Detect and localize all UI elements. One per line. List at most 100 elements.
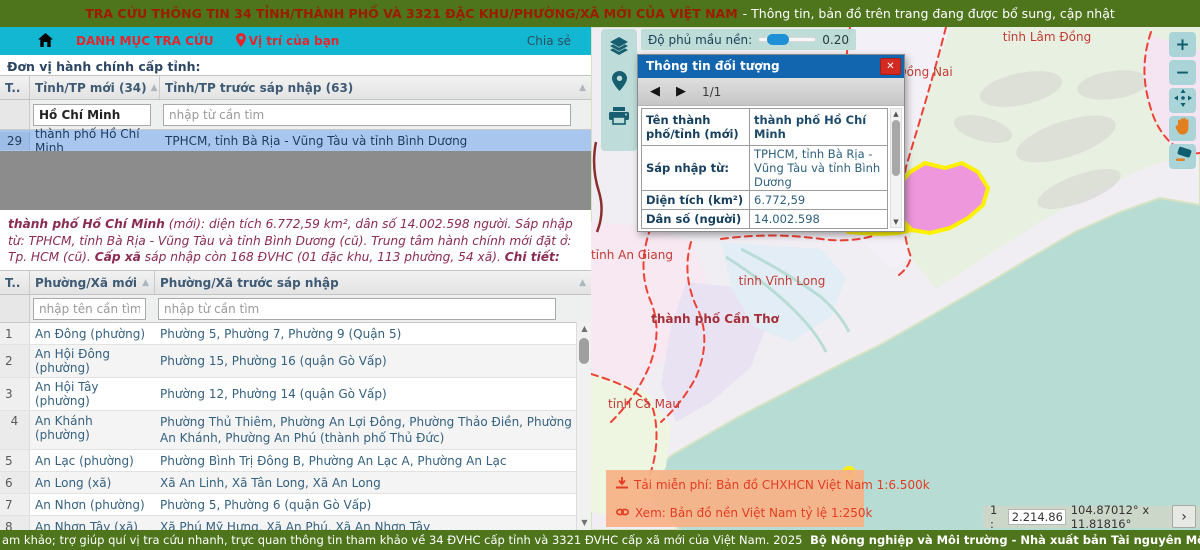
layers-icon [608,35,630,60]
view-link[interactable]: Xem: Bản đồ nền Việt Nam tỷ lệ 1:250k [616,506,854,520]
download-link[interactable]: Tải miễn phí: Bản đồ CHXHCN Việt Nam 1:6… [616,477,854,492]
share-button[interactable]: Chia sẻ [527,34,571,48]
close-button[interactable]: ✕ [880,58,901,75]
scale-bar: 1 : 104.87012° x 11.81816° [983,506,1200,528]
ward-table-scrollbar[interactable]: ▲ ▼ [576,322,591,530]
column-header-num[interactable]: T.. [0,271,30,294]
map-zoom-controls: + − [1169,32,1196,169]
link-icon [616,506,629,520]
scroll-up-icon[interactable]: ▲ [891,109,901,119]
home-button[interactable] [36,32,54,50]
zoom-out-button[interactable]: − [1169,60,1196,85]
slider-thumb[interactable] [767,34,789,45]
map-label-can-tho: thành phố Cần Thơ [651,312,779,326]
location-pin-icon [236,33,246,50]
popup-table: Tên thành phố/tỉnh (mới) thành phố Hồ Ch… [641,108,888,229]
footer-bar: am khảo; trợ giúp quí vị tra cứu nhanh, … [0,530,1200,550]
plus-icon: + [1175,35,1189,55]
ward-row[interactable]: 7 An Nhơn (phường) Phường 5, Phường 6 (q… [0,494,591,516]
ward-row[interactable]: 1 An Đông (phường) Phường 5, Phường 7, P… [0,323,591,345]
column-header-old-province[interactable]: Tỉnh/TP trước sáp nhập (63) ▲ [160,76,591,99]
province-table-header: T.. Tỉnh/TP mới (34) ▲ Tỉnh/TP trước sáp… [0,76,591,100]
printer-icon [609,107,629,128]
ward-old-filter-input[interactable] [158,298,556,320]
map-area[interactable]: tỉnh Lâm Đồng Đồng Nai tỉnh An Giang tỉn… [591,27,1200,530]
ward-row[interactable]: 2 An Hội Đông (phường) Phường 15, Phường… [0,345,591,378]
scroll-down-icon[interactable]: ▼ [891,217,901,227]
ward-new-filter-input[interactable] [33,298,146,320]
opacity-value: 0.20 [822,33,849,47]
ward-filter-row [0,295,591,323]
app-window: TRA CỨU THÔNG TIN 34 TỈNH/THÀNH PHỐ VÀ 3… [0,0,1200,550]
column-header-old-ward[interactable]: Phường/Xã trước sáp nhập ▲ [155,271,591,294]
column-header-num[interactable]: T.. [0,76,30,99]
province-description: thành phố Hồ Chí Minh (mới): diện tích 6… [0,213,591,269]
map-tool-strip [601,29,637,151]
popup-row-value: thành phố Hồ Chí Minh [750,109,888,146]
zoom-in-button[interactable]: + [1169,32,1196,57]
sidebar-expand-button[interactable]: › [1172,505,1196,528]
locate-button[interactable] [606,69,632,95]
section-label: Đơn vị hành chính cấp tỉnh: [7,59,201,74]
prev-arrow-icon[interactable]: ◀ [650,85,660,98]
nav-item-vi-tri[interactable]: Vị trí của bạn [236,33,340,50]
sort-asc-icon: ▲ [575,83,586,93]
sort-asc-icon: ▲ [138,278,149,288]
nav-item-danh-muc[interactable]: DANH MỤC TRA CỨU [76,34,214,48]
opacity-label: Độ phủ mầu nền: [648,33,752,47]
scroll-up-icon[interactable]: ▲ [577,322,591,336]
popup-row-label: Sáp nhập từ: [642,146,750,191]
print-button[interactable] [606,104,632,130]
province-old-filter-input[interactable] [163,104,571,126]
pager-text: 1/1 [702,85,721,99]
map-label-dong-nai: Đồng Nai [897,65,952,79]
nav-bar: DANH MỤC TRA CỨU Vị trí của bạn Chia sẻ [0,27,591,55]
ward-row[interactable]: 4 An Khánh (phường) Phường Thủ Thiêm, Ph… [0,411,591,450]
pan-button[interactable] [1169,88,1196,113]
province-new-filter-input[interactable] [33,104,151,126]
province-row-selected[interactable]: 29 thành phố Hồ Chí Minh TPHCM, tỉnh Bà … [0,130,591,152]
feature-info-popup: Thông tin đối tượng ✕ ◀ ▶ 1/1 Tên thành … [637,54,905,232]
close-icon: ✕ [886,61,894,72]
pan-icon [1174,89,1192,112]
ward-row[interactable]: 3 An Hội Tây (phường) Phường 12, Phường … [0,378,591,411]
next-arrow-icon[interactable]: ▶ [676,85,686,98]
ward-row[interactable]: 6 An Long (xã) Xã An Linh, Xã Tân Long, … [0,472,591,494]
popup-row-label: Cấp xã sáp nhập còn: [642,229,750,230]
column-header-new-ward[interactable]: Phường/Xã mới ▲ [30,271,155,294]
opacity-slider[interactable] [758,37,816,42]
map-notice-box: Tải miễn phí: Bản đồ CHXHCN Việt Nam 1:6… [606,470,864,527]
minus-icon: − [1175,63,1189,83]
download-icon [616,477,628,492]
popup-row-value: 168 ĐVHC (01 đặc khu, 113 phường, 54 xã) [750,229,888,230]
empty-grid-area [0,151,591,210]
sort-asc-icon: ▲ [575,278,586,288]
scale-input[interactable] [1008,509,1066,525]
popup-row-label: Tên thành phố/tỉnh (mới) [642,109,750,146]
popup-row-label: Dân số (người) [642,210,750,229]
pan-hand-button[interactable] [1169,116,1196,141]
scale-prefix: 1 : [990,503,1003,530]
ward-table-header: T.. Phường/Xã mới ▲ Phường/Xã trước sáp … [0,271,591,295]
footer-org: Bộ Nông nghiệp và Môi trường - Nhà xuất … [810,533,1200,547]
column-header-new-province[interactable]: Tỉnh/TP mới (34) ▲ [30,76,160,99]
map-label-lam-dong: tỉnh Lâm Đồng [1003,30,1091,44]
page-subtitle: - Thông tin, bản đồ trên trang đang được… [743,6,1115,21]
layers-button[interactable] [606,34,632,60]
popup-row-value: 6.772,59 [750,191,888,210]
scrollbar-thumb[interactable] [892,120,900,176]
popup-scrollbar[interactable]: ▲ ▼ [890,108,902,228]
footer-text: am khảo; trợ giúp quí vị tra cứu nhanh, … [2,533,803,547]
popup-row-value: TPHCM, tỉnh Bà Rịa - Vũng Tàu và tỉnh Bì… [750,146,888,191]
eraser-button[interactable] [1169,144,1196,169]
popup-row-label: Diện tích (km²) [642,191,750,210]
ward-row[interactable]: 5 An Lạc (phường) Phường Bình Trị Đông B… [0,450,591,472]
ward-row[interactable]: 8 An Nhơn Tây (xã) Xã Phú Mỹ Hưng, Xã An… [0,516,591,530]
home-icon [38,33,53,50]
map-label-ca-mau: tỉnh Cà Mau [608,397,680,411]
scroll-down-icon[interactable]: ▼ [577,516,591,530]
chevron-right-icon: › [1181,509,1187,525]
scrollbar-thumb[interactable] [579,338,589,364]
map-label-vinh-long: tỉnh Vĩnh Long [739,274,826,288]
popup-pager: ◀ ▶ 1/1 [638,78,904,106]
